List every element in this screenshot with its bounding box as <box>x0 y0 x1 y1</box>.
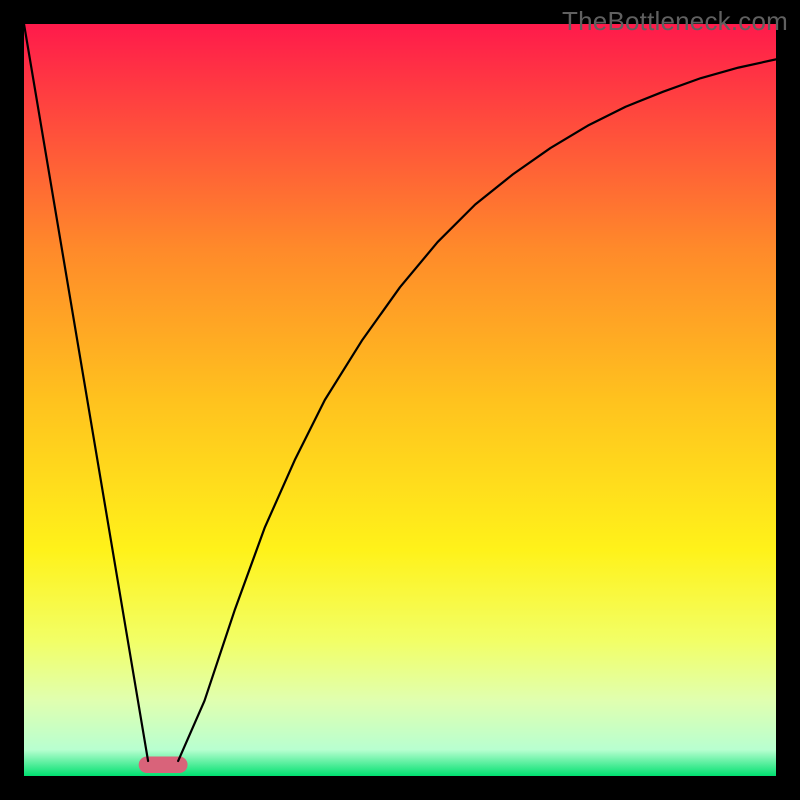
plot-area <box>24 24 776 776</box>
chart-svg <box>24 24 776 776</box>
gradient-background <box>24 24 776 776</box>
watermark-text: TheBottleneck.com <box>562 6 788 37</box>
chart-container: TheBottleneck.com <box>0 0 800 800</box>
